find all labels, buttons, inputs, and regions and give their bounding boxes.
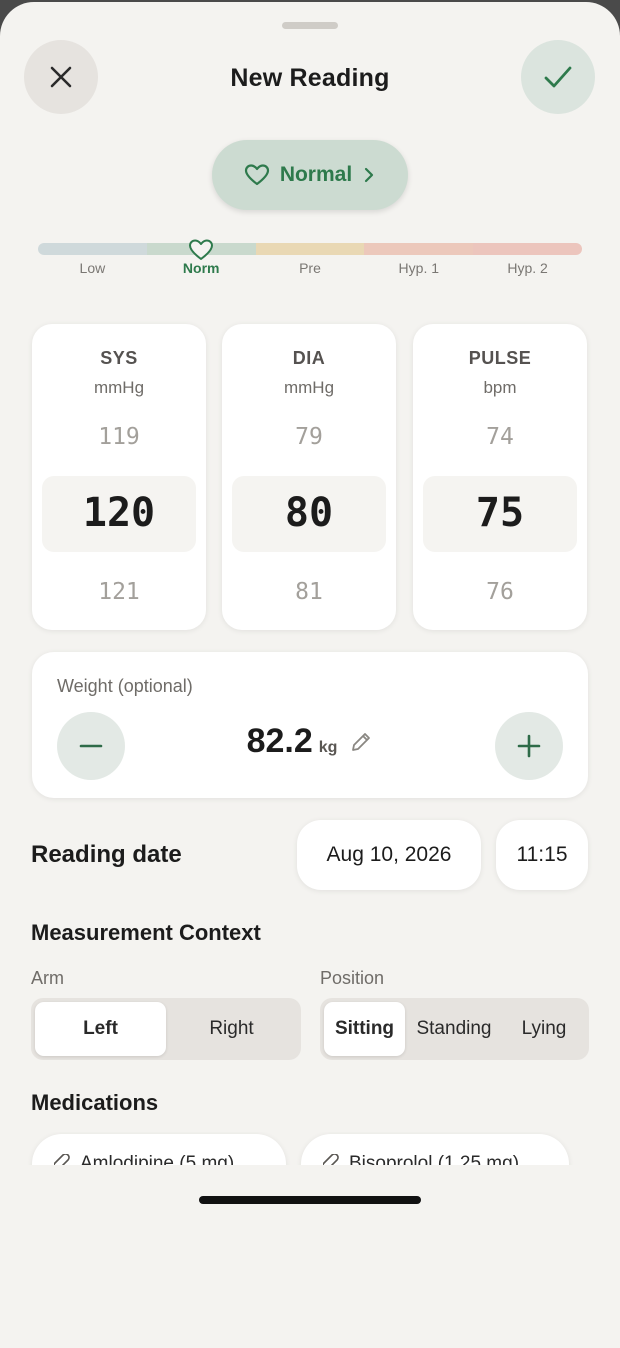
weight-value: 82.2 [246,722,313,760]
sys-prev-value[interactable]: 119 [32,424,206,450]
scale-label-hyp2: Hyp. 2 [507,260,548,276]
medications-title: Medications [31,1090,159,1115]
sys-label: SYS [100,348,138,368]
bp-category-scale [38,243,582,255]
home-indicator[interactable] [199,1196,421,1204]
dia-prev-value[interactable]: 79 [222,424,396,450]
medication-name: Bisoprolol (1.25 mg) [349,1153,520,1165]
pulse-next-value[interactable]: 76 [413,579,587,605]
scale-segment-low [38,243,147,255]
dia-label: DIA [292,348,326,368]
scale-label-norm: Norm [182,260,220,276]
pencil-icon[interactable] [349,730,373,754]
sys-next-value[interactable]: 121 [32,579,206,605]
dia-next-value[interactable]: 81 [222,579,396,605]
pulse-picker[interactable]: PULSE bpm 74 75 76 [413,324,587,630]
measurement-context-title: Measurement Context [31,920,261,945]
scale-segment-pre [255,243,365,255]
arm-option-left[interactable]: Left [35,1002,166,1056]
time-picker-button[interactable]: 11:15 [496,820,588,890]
medications-list: Amlodipine (5 mg) Bisoprolol (1.25 mg) [0,1132,620,1165]
save-button[interactable] [521,40,595,114]
scale-segment-hyp2 [473,243,582,255]
arm-segmented-control: Left Right [31,998,301,1060]
chevron-right-icon [365,167,374,183]
pulse-prev-value[interactable]: 74 [413,424,587,450]
position-option-lying[interactable]: Lying [503,1002,585,1056]
heart-icon [244,164,269,186]
pill-icon [54,1154,70,1165]
position-segmented-control: Sitting Standing Lying [320,998,589,1060]
medication-chip-0[interactable]: Amlodipine (5 mg) [32,1134,286,1165]
scale-segment-hyp1 [364,243,474,255]
pill-icon [323,1154,339,1165]
scale-label-hyp1: Hyp. 1 [398,260,440,276]
status-label: Normal [279,163,353,186]
new-reading-sheet: New Reading Normal Low Norm Pre Hyp. 1 H… [0,2,620,1348]
arm-option-right[interactable]: Right [166,1002,297,1056]
position-label: Position [320,968,385,988]
scale-marker-heart-icon [189,239,213,260]
reading-date-label: Reading date [31,841,182,868]
check-icon [544,66,572,88]
weight-card: Weight (optional) 82.2 kg [32,652,588,798]
sys-unit: mmHg [93,378,145,397]
sys-picker[interactable]: SYS mmHg 119 120 121 [32,324,206,630]
weight-label: Weight (optional) [57,676,193,696]
weight-unit: kg [318,739,338,756]
pulse-current-value[interactable]: 75 [413,490,587,536]
medication-chip-1[interactable]: Bisoprolol (1.25 mg) [301,1134,569,1165]
position-option-sitting[interactable]: Sitting [324,1002,405,1056]
scale-label-low: Low [79,260,106,276]
sheet-grabber[interactable] [282,22,338,29]
medication-name: Amlodipine (5 mg) [80,1153,235,1165]
position-option-standing[interactable]: Standing [405,1002,503,1056]
scale-label-pre: Pre [299,260,321,276]
weight-increment-button[interactable] [495,712,563,780]
status-category-button[interactable]: Normal [212,140,408,210]
date-picker-button[interactable]: Aug 10, 2026 [297,820,481,890]
arm-label: Arm [31,968,64,988]
scale-labels: Low Norm Pre Hyp. 1 Hyp. 2 [38,260,582,276]
pulse-unit: bpm [483,378,517,397]
dia-unit: mmHg [283,378,335,397]
dia-current-value[interactable]: 80 [222,490,396,536]
plus-icon [517,734,541,758]
dia-picker[interactable]: DIA mmHg 79 80 81 [222,324,396,630]
sys-current-value[interactable]: 120 [32,490,206,536]
pulse-label: PULSE [468,348,532,368]
